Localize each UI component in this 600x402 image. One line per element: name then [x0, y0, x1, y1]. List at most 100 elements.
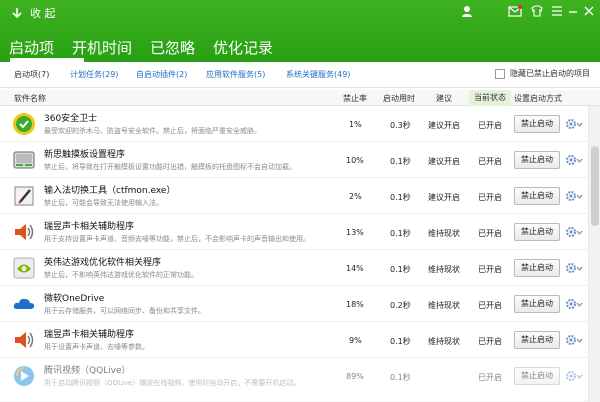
collapse-label: 收 起: [30, 7, 56, 20]
boot-time: 0.1秒: [390, 265, 411, 274]
advice: 维持现状: [428, 337, 460, 346]
boot-time: 0.3秒: [390, 121, 411, 130]
list-item: 360安全卫士 最受欢迎的杀木马、防盗号安全软件。禁止后，将面临严重安全威胁。 …: [0, 106, 588, 142]
item-description: 最受欢迎的杀木马、防盗号安全软件。禁止后，将面临严重安全威胁。: [44, 127, 261, 135]
arrow-down-icon: [10, 6, 24, 20]
current-status: 已开启: [478, 337, 502, 346]
item-name: 英伟达游戏优化软件相关程序: [44, 258, 162, 268]
current-status: 已开启: [478, 157, 502, 166]
column-disable-rate[interactable]: 禁止率: [343, 93, 367, 104]
subtab-system-services[interactable]: 系统关键服务(49): [286, 69, 350, 80]
scrollbar-thumb[interactable]: [591, 146, 599, 226]
list-item: 微软OneDrive 用于云存储服务，可以网络同步、备份和共享文件。 18% 0…: [0, 286, 588, 322]
hide-disabled-label: 隐藏已禁止启动的项目: [510, 69, 590, 78]
gear-dropdown[interactable]: [565, 117, 583, 131]
gear-dropdown[interactable]: [565, 153, 583, 167]
column-advice[interactable]: 建议: [436, 93, 452, 104]
item-description: 用于支持设置声卡声道、音频去噪等功能，禁止后，不会影响声卡的声音输出和使用。: [44, 235, 310, 243]
speaker-icon: [12, 328, 36, 352]
column-boot-time[interactable]: 启动用时: [383, 93, 415, 104]
subtab-plugins[interactable]: 自启动插件(2): [136, 69, 187, 80]
boot-time: 0.1秒: [390, 337, 411, 346]
current-status: 已开启: [478, 373, 502, 382]
mail-icon[interactable]: [506, 2, 524, 20]
boot-time: 0.2秒: [390, 301, 411, 310]
current-status: 已开启: [478, 229, 502, 238]
disable-startup-button[interactable]: 禁止启动: [514, 295, 560, 313]
disable-startup-button[interactable]: 禁止启动: [514, 151, 560, 169]
header-bar: 收 起 启动项 开机时间 已忽略 优化记录: [0, 0, 600, 62]
disable-rate: 1%: [349, 120, 362, 129]
skin-icon[interactable]: [528, 2, 546, 20]
item-description: 用于设置声卡声道、去噪等参数。: [44, 343, 149, 351]
list-item: 瑞昱声卡相关辅助程序 用于设置声卡声道、去噪等参数。 9% 0.1秒 维持现状 …: [0, 322, 588, 358]
item-description: 禁止后，可能会导致无法使用输入法。: [44, 199, 163, 207]
gear-dropdown[interactable]: [565, 297, 583, 311]
advice: 建议开启: [428, 121, 460, 130]
gear-dropdown[interactable]: [565, 369, 583, 383]
current-status: 已开启: [478, 193, 502, 202]
list-item: 腾讯视频（QQLive） 用于启动腾讯视频（QQLive）播放在线视频，使用时自…: [0, 358, 588, 402]
item-description: 用于云存储服务，可以网络同步、备份和共享文件。: [44, 307, 205, 315]
hide-disabled-option[interactable]: 隐藏已禁止启动的项目: [495, 68, 590, 79]
advice: 维持现状: [428, 301, 460, 310]
list-item: 英伟达游戏优化软件相关程序 禁止后，不影响英伟达游戏优化软件的正常功能。 14%…: [0, 250, 588, 286]
disable-rate: 13%: [346, 228, 364, 237]
column-setting: 设置启动方式: [514, 94, 562, 103]
touchpad-icon: [12, 148, 36, 172]
advice: 维持现状: [428, 265, 460, 274]
tencent-video-icon: [12, 364, 36, 388]
subtab-bar: 启动项(7) 计划任务(29) 自启动插件(2) 应用软件服务(5) 系统关键服…: [0, 62, 600, 88]
current-status: 已开启: [478, 121, 502, 130]
column-header: 软件名称 禁止率 启动用时 建议 当前状态 设置启动方式: [0, 90, 600, 106]
item-name: 微软OneDrive: [44, 294, 105, 304]
disable-rate: 18%: [346, 300, 364, 309]
disable-startup-button[interactable]: 禁止启动: [514, 223, 560, 241]
advice: 建议开启: [428, 193, 460, 202]
current-status: 已开启: [478, 265, 502, 274]
vertical-scrollbar[interactable]: [588, 106, 600, 402]
disable-startup-button[interactable]: 禁止启动: [514, 367, 560, 385]
advice: 维持现状: [428, 229, 460, 238]
disable-rate: 14%: [346, 264, 364, 273]
item-name: 360安全卫士: [44, 114, 98, 124]
hide-disabled-checkbox[interactable]: [495, 68, 505, 79]
disable-rate: 2%: [349, 192, 362, 201]
disable-startup-button[interactable]: 禁止启动: [514, 331, 560, 349]
360-security-icon: [12, 112, 36, 136]
item-name: 瑞昱声卡相关辅助程序: [44, 330, 135, 340]
item-name: 输入法切换工具（ctfmon.exe）: [44, 186, 176, 196]
tab-optimize-history[interactable]: 优化记录: [204, 34, 282, 62]
disable-rate: 10%: [346, 156, 364, 165]
item-name: 腾讯视频（QQLive）: [44, 366, 131, 376]
boot-time: 0.1秒: [390, 193, 411, 202]
nvidia-icon: [12, 256, 36, 280]
item-description: 用于启动腾讯视频（QQLive）播放在线视频，使用时自动开启，不需要开机启动。: [44, 379, 301, 387]
user-avatar-icon[interactable]: [458, 2, 476, 20]
boot-time: 0.1秒: [390, 373, 411, 382]
collapse-button[interactable]: 收 起: [10, 4, 56, 22]
gear-dropdown[interactable]: [565, 189, 583, 203]
disable-startup-button[interactable]: 禁止启动: [514, 115, 560, 133]
item-description: 禁止后，不影响英伟达游戏优化软件的正常功能。: [44, 271, 198, 279]
disable-startup-button[interactable]: 禁止启动: [514, 187, 560, 205]
tab-ignored[interactable]: 已忽略: [141, 34, 204, 62]
disable-startup-button[interactable]: 禁止启动: [514, 259, 560, 277]
subtab-startup[interactable]: 启动项(7): [14, 69, 49, 80]
list-item: 新思触摸板设置程序 禁止后，将导致在打开触摸板设置功能时出错，触摸板的托盘图标不…: [0, 142, 588, 178]
subtab-app-services[interactable]: 应用软件服务(5): [206, 69, 265, 80]
list-item: 输入法切换工具（ctfmon.exe） 禁止后，可能会导致无法使用输入法。 2%…: [0, 178, 588, 214]
column-name[interactable]: 软件名称: [14, 93, 46, 104]
gear-dropdown[interactable]: [565, 333, 583, 347]
speaker-icon: [12, 220, 36, 244]
item-description: 禁止后，将导致在打开触摸板设置功能时出错，触摸板的托盘图标不会自动加载。: [44, 163, 296, 171]
gear-dropdown[interactable]: [565, 261, 583, 275]
column-status[interactable]: 当前状态: [469, 90, 511, 106]
list-item: 瑞昱声卡相关辅助程序 用于支持设置声卡声道、音频去噪等功能，禁止后，不会影响声卡…: [0, 214, 588, 250]
onedrive-icon: [12, 292, 36, 316]
current-status: 已开启: [478, 301, 502, 310]
subtab-scheduled-tasks[interactable]: 计划任务(29): [70, 69, 118, 80]
close-icon[interactable]: [580, 2, 598, 20]
item-name: 瑞昱声卡相关辅助程序: [44, 222, 135, 232]
gear-dropdown[interactable]: [565, 225, 583, 239]
